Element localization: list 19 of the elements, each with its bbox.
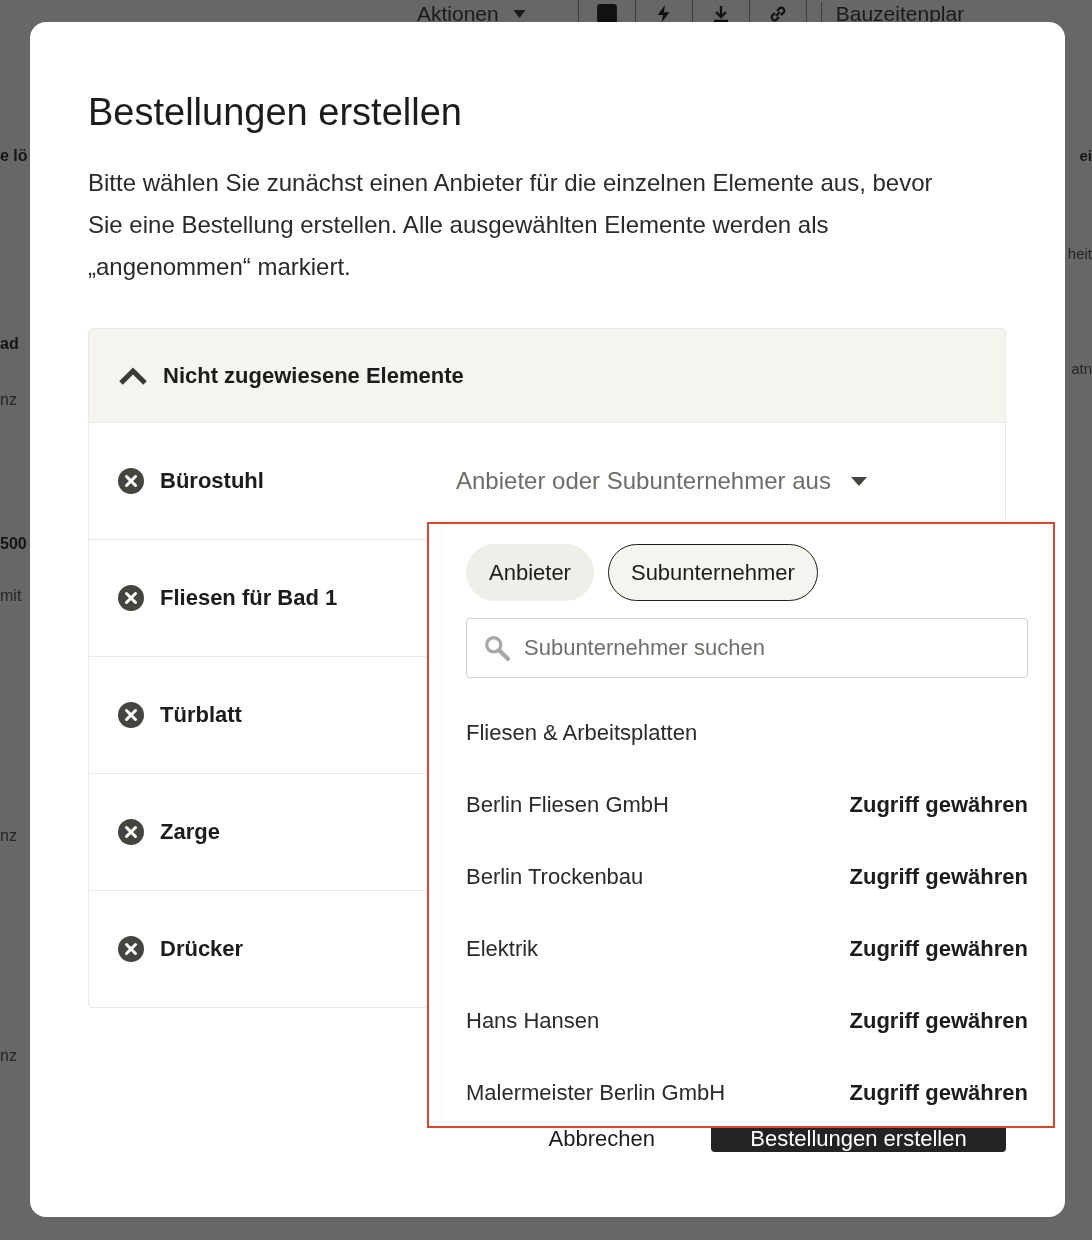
item-name: Zarge — [160, 819, 221, 845]
group-heading: Fliesen & Arbeitsplatten — [466, 719, 699, 747]
dialog-description: Bitte wählen Sie zunächst einen Anbieter für die einzelnen Elemente aus, bevor Sie eine Bestellung erstellen. Alle ausgewählten Elemente werden als „angenommen“ markiert. — [88, 168, 934, 282]
item-name: Fliesen für Bad 1 — [160, 585, 339, 611]
background-text: 500 — [0, 534, 27, 554]
background-text: heit — [1067, 244, 1092, 264]
item-name: Drücker — [160, 936, 245, 962]
background-text: atn — [1071, 359, 1092, 379]
item-name: Bürostuhl — [160, 468, 265, 494]
background-text: e lö — [0, 146, 28, 166]
background-text: ei — [1079, 146, 1092, 166]
background-text: nz — [0, 1046, 17, 1066]
section-title: Nicht zugewiesene Elemente — [163, 362, 464, 389]
background-text: mit — [0, 586, 22, 606]
item-name: Türblatt — [160, 702, 243, 728]
dialog-title: Bestellungen erstellen — [88, 90, 463, 135]
background-text: ad — [0, 334, 19, 354]
background-text: nz — [0, 826, 17, 846]
background-text: nz — [0, 390, 17, 410]
